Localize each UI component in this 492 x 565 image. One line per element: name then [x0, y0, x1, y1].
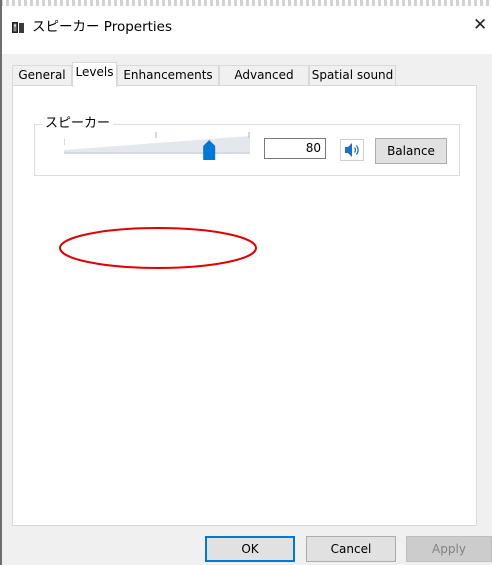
volume-value-field[interactable]: 80: [264, 138, 326, 159]
mute-button[interactable]: [340, 139, 364, 161]
tab-general[interactable]: General: [12, 65, 72, 86]
red-ellipse-annotation: [59, 227, 257, 269]
cancel-button[interactable]: Cancel: [306, 536, 396, 562]
apply-button[interactable]: Apply: [406, 536, 492, 562]
balance-button[interactable]: Balance: [375, 138, 447, 164]
tab-enhancements[interactable]: Enhancements: [117, 65, 219, 86]
volume-track-wedge: [64, 136, 250, 154]
volume-slider[interactable]: [64, 130, 250, 160]
tab-advanced[interactable]: Advanced: [219, 65, 309, 86]
close-icon: ✕: [473, 15, 488, 35]
volume-track-wedge-shade: [64, 152, 250, 154]
tab-levels[interactable]: Levels: [72, 62, 117, 87]
tab-spatial-sound[interactable]: Spatial sound: [309, 65, 396, 86]
speaker-volume-icon: [340, 139, 364, 161]
speaker-icon: [12, 22, 24, 33]
close-button[interactable]: ✕: [473, 15, 492, 37]
ok-button[interactable]: OK: [205, 536, 295, 562]
window-title: スピーカー Properties: [32, 19, 173, 35]
